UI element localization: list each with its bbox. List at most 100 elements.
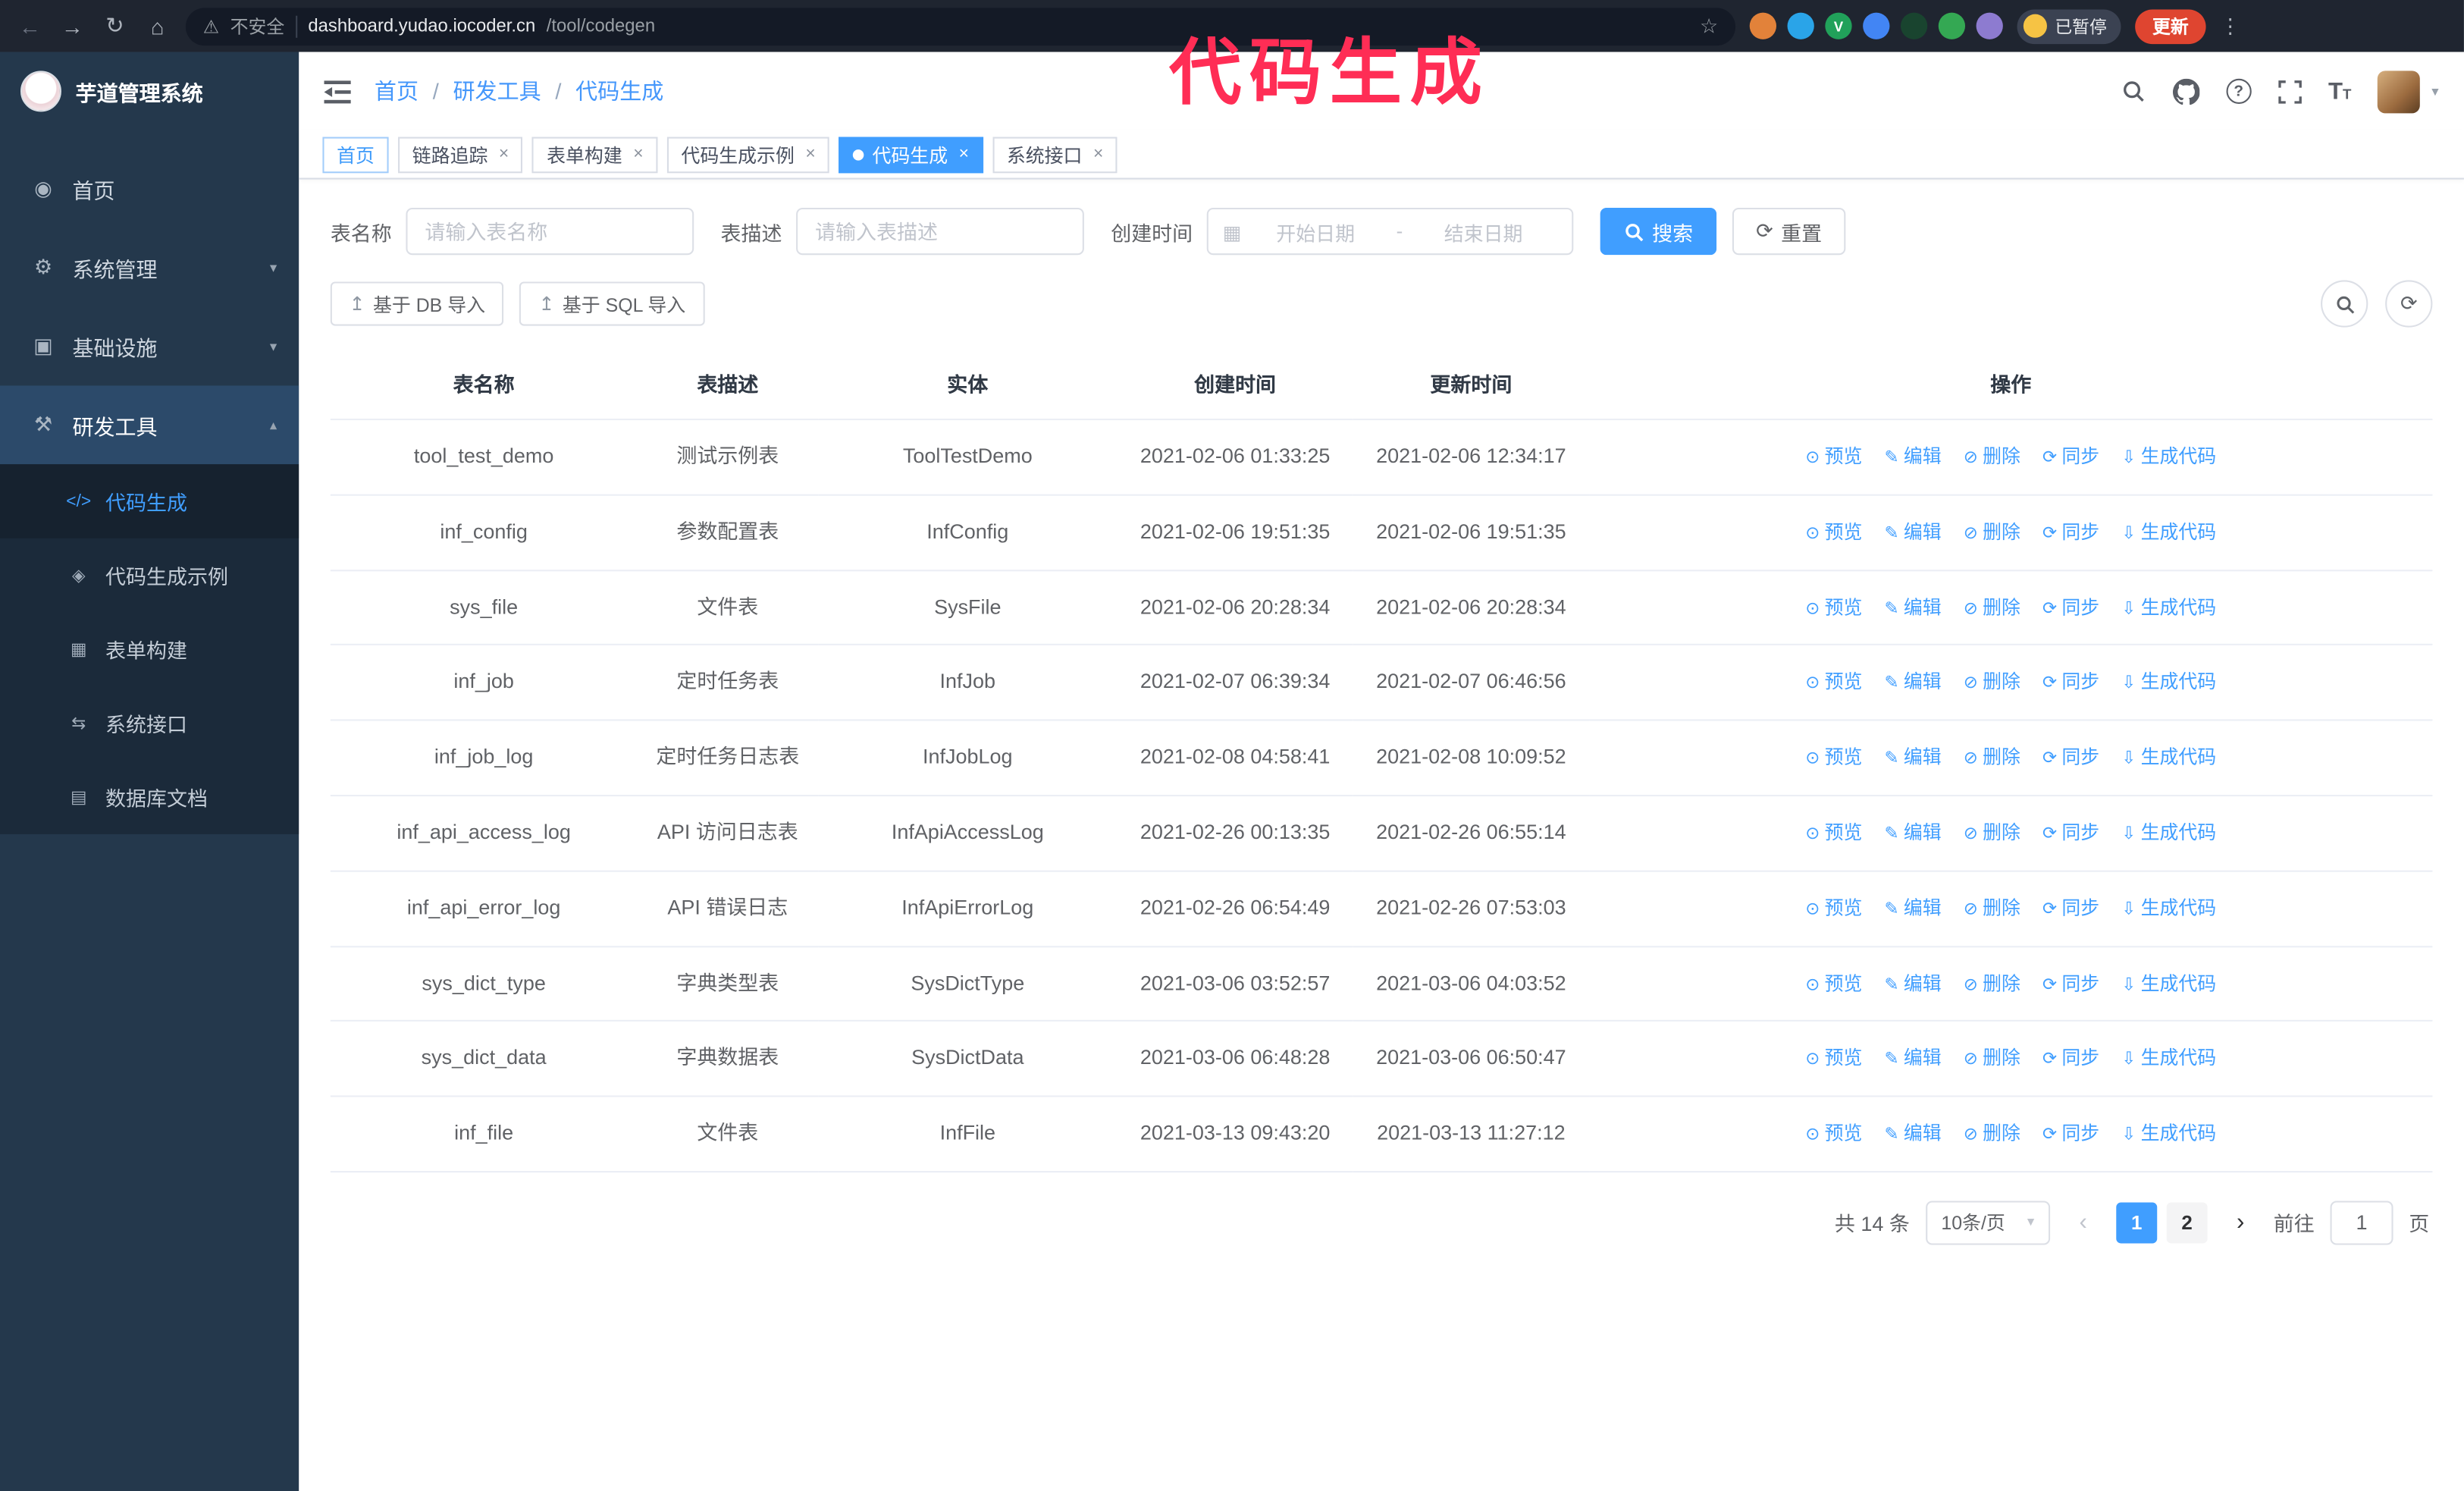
breadcrumb-devtools[interactable]: 研发工具	[453, 76, 541, 108]
tab-home[interactable]: 首页	[322, 136, 389, 173]
close-tab-icon[interactable]: ×	[1093, 145, 1103, 164]
action-edit[interactable]: ✎ 编辑	[1884, 445, 1941, 467]
action-edit[interactable]: ✎ 编辑	[1884, 596, 1941, 618]
sidebar-subitem-codegen-demo[interactable]: ◈ 代码生成示例	[0, 538, 299, 613]
action-sync[interactable]: ⟳ 同步	[2042, 1122, 2099, 1144]
action-preview[interactable]: ⊙ 预览	[1805, 821, 1862, 843]
close-tab-icon[interactable]: ×	[633, 145, 643, 164]
action-sync[interactable]: ⟳ 同步	[2042, 671, 2099, 693]
update-browser-button[interactable]: 更新	[2135, 8, 2206, 44]
close-tab-icon[interactable]: ×	[959, 145, 969, 164]
action-preview[interactable]: ⊙ 预览	[1805, 896, 1862, 918]
page-button-2[interactable]: 2	[2166, 1202, 2208, 1244]
action-sync[interactable]: ⟳ 同步	[2042, 746, 2099, 768]
sidebar-item-system[interactable]: ⚙ 系统管理 ▾	[0, 228, 299, 307]
action-delete[interactable]: ⊘ 删除	[1964, 445, 2020, 467]
action-sync[interactable]: ⟳ 同步	[2042, 972, 2099, 994]
search-button[interactable]: 搜索	[1600, 207, 1717, 256]
action-delete[interactable]: ⊘ 删除	[1964, 521, 2020, 543]
action-preview[interactable]: ⊙ 预览	[1805, 671, 1862, 693]
ext-dark-icon[interactable]	[1900, 12, 1928, 39]
action-sync[interactable]: ⟳ 同步	[2042, 521, 2099, 543]
goto-page-input[interactable]	[2330, 1201, 2393, 1245]
action-preview[interactable]: ⊙ 预览	[1805, 1047, 1862, 1069]
tab-api[interactable]: 系统接口 ×	[992, 136, 1118, 173]
action-delete[interactable]: ⊘ 删除	[1964, 1047, 2020, 1069]
ext-fox-icon[interactable]	[1749, 12, 1777, 39]
ext-puzzle-icon[interactable]	[1976, 12, 2003, 39]
action-edit[interactable]: ✎ 编辑	[1884, 1122, 1941, 1144]
close-tab-icon[interactable]: ×	[805, 145, 815, 164]
action-generate[interactable]: ⇩ 生成代码	[2121, 896, 2216, 918]
page-size-select[interactable]: 10条/页 ▾	[1925, 1201, 2051, 1245]
action-delete[interactable]: ⊘ 删除	[1964, 671, 2020, 693]
sidebar-subitem-db-doc[interactable]: ▤ 数据库文档	[0, 760, 299, 834]
action-edit[interactable]: ✎ 编辑	[1884, 1047, 1941, 1069]
tab-form-builder[interactable]: 表单构建 ×	[532, 136, 658, 173]
action-edit[interactable]: ✎ 编辑	[1884, 821, 1941, 843]
import-db-button[interactable]: ↥ 基于 DB 导入	[330, 281, 504, 326]
table-desc-input[interactable]	[796, 207, 1084, 256]
sidebar-subitem-api[interactable]: ⇆ 系统接口	[0, 686, 299, 761]
address-bar[interactable]: ⚠ 不安全 dashboard.yudao.iocoder.cn /tool/c…	[185, 7, 1736, 46]
home-icon[interactable]: ⌂	[143, 14, 171, 39]
action-delete[interactable]: ⊘ 删除	[1964, 821, 2020, 843]
action-sync[interactable]: ⟳ 同步	[2042, 896, 2099, 918]
ext-check-icon[interactable]: V	[1825, 12, 1852, 39]
search-icon[interactable]	[2121, 79, 2146, 104]
ext-drop-icon[interactable]	[1787, 12, 1814, 39]
browser-menu-icon[interactable]: ⋮	[2220, 14, 2240, 39]
action-generate[interactable]: ⇩ 生成代码	[2121, 972, 2216, 994]
tab-trace[interactable]: 链路追踪 ×	[398, 136, 523, 173]
action-sync[interactable]: ⟳ 同步	[2042, 1047, 2099, 1069]
action-preview[interactable]: ⊙ 预览	[1805, 972, 1862, 994]
github-icon[interactable]	[2172, 77, 2199, 105]
action-delete[interactable]: ⊘ 删除	[1964, 972, 2020, 994]
forward-icon[interactable]: →	[58, 14, 86, 39]
action-preview[interactable]: ⊙ 预览	[1805, 1122, 1862, 1144]
back-icon[interactable]: ←	[16, 14, 44, 39]
action-delete[interactable]: ⊘ 删除	[1964, 746, 2020, 768]
action-generate[interactable]: ⇩ 生成代码	[2121, 746, 2216, 768]
refresh-table-button[interactable]: ⟳	[2385, 280, 2433, 328]
font-size-icon[interactable]: TT	[2328, 78, 2351, 105]
import-sql-button[interactable]: ↥ 基于 SQL 导入	[519, 281, 705, 326]
action-generate[interactable]: ⇩ 生成代码	[2121, 821, 2216, 843]
tab-codegen[interactable]: 代码生成 ×	[839, 136, 983, 173]
help-icon[interactable]: ?	[2226, 78, 2252, 104]
page-button-1[interactable]: 1	[2116, 1202, 2158, 1244]
action-delete[interactable]: ⊘ 删除	[1964, 1122, 2020, 1144]
action-generate[interactable]: ⇩ 生成代码	[2121, 671, 2216, 693]
profile-paused-chip[interactable]: 已暂停	[2017, 8, 2121, 44]
table-name-input[interactable]	[406, 207, 694, 256]
breadcrumb-home[interactable]: 首页	[375, 76, 419, 108]
sidebar-item-infra[interactable]: ▣ 基础设施 ▾	[0, 307, 299, 386]
reset-button[interactable]: ⟳ 重置	[1732, 207, 1846, 256]
fullscreen-icon[interactable]	[2277, 80, 2302, 103]
chevron-down-icon[interactable]: ▾	[2431, 83, 2438, 100]
action-generate[interactable]: ⇩ 生成代码	[2121, 1047, 2216, 1069]
action-sync[interactable]: ⟳ 同步	[2042, 821, 2099, 843]
action-edit[interactable]: ✎ 编辑	[1884, 896, 1941, 918]
action-edit[interactable]: ✎ 编辑	[1884, 521, 1941, 543]
bookmark-star-icon[interactable]: ☆	[1700, 14, 1718, 39]
ext-leaf-icon[interactable]	[1938, 12, 1966, 39]
action-preview[interactable]: ⊙ 预览	[1805, 521, 1862, 543]
ext-people-icon[interactable]	[1863, 12, 1890, 39]
app-logo[interactable]: 芋道管理系统	[0, 52, 299, 130]
action-edit[interactable]: ✎ 编辑	[1884, 746, 1941, 768]
action-edit[interactable]: ✎ 编辑	[1884, 671, 1941, 693]
avatar[interactable]	[2378, 70, 2421, 113]
action-sync[interactable]: ⟳ 同步	[2042, 596, 2099, 618]
tab-codegen-demo[interactable]: 代码生成示例 ×	[666, 136, 830, 173]
action-sync[interactable]: ⟳ 同步	[2042, 445, 2099, 467]
action-generate[interactable]: ⇩ 生成代码	[2121, 596, 2216, 618]
action-generate[interactable]: ⇩ 生成代码	[2121, 1122, 2216, 1144]
action-delete[interactable]: ⊘ 删除	[1964, 896, 2020, 918]
sidebar-item-devtools[interactable]: ⚒ 研发工具 ▴	[0, 385, 299, 465]
prev-page-button[interactable]: ‹	[2066, 1210, 2101, 1236]
action-generate[interactable]: ⇩ 生成代码	[2121, 521, 2216, 543]
action-preview[interactable]: ⊙ 预览	[1805, 445, 1862, 467]
sidebar-subitem-codegen[interactable]: </> 代码生成	[0, 464, 299, 538]
sidebar-item-home[interactable]: ◉ 首页	[0, 149, 299, 228]
